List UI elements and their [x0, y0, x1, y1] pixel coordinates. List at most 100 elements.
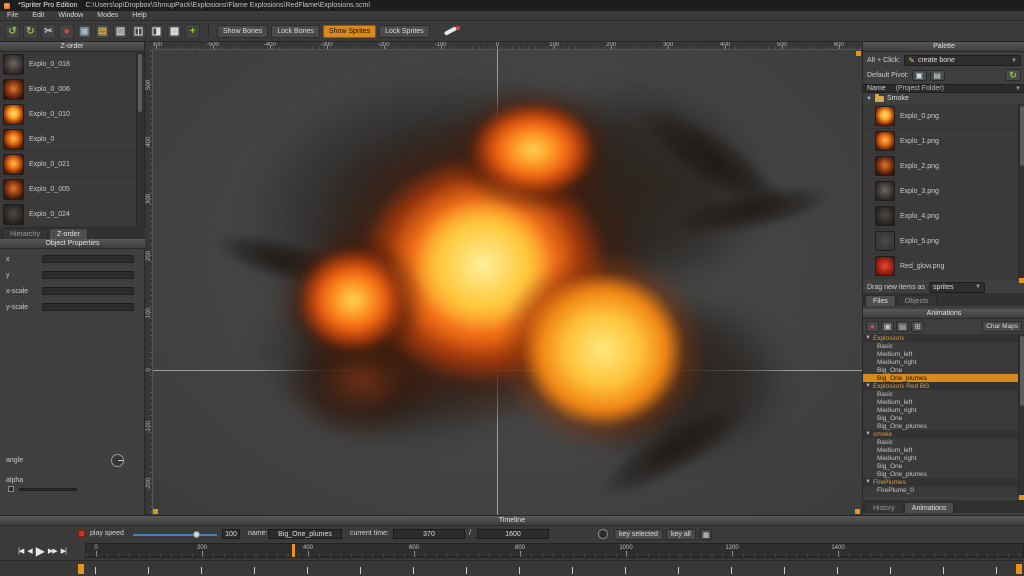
- stop-icon[interactable]: [78, 530, 85, 537]
- keyframe-tick[interactable]: [890, 567, 891, 574]
- y-scale-input[interactable]: [42, 303, 134, 311]
- file-item[interactable]: Explo_1.png: [863, 129, 1019, 154]
- menu-help[interactable]: Help: [125, 11, 153, 20]
- animation-item[interactable]: Big_One: [863, 414, 1019, 422]
- refresh-icon[interactable]: ↻: [1005, 69, 1021, 81]
- file-item[interactable]: Explo_0.png: [863, 104, 1019, 129]
- keyframe-tick[interactable]: [95, 567, 96, 574]
- animation-item[interactable]: Basic: [863, 342, 1019, 350]
- animation-item[interactable]: Big_One: [863, 462, 1019, 470]
- animation-item[interactable]: Basic: [863, 390, 1019, 398]
- next-frame-button[interactable]: ▶▶: [48, 547, 57, 555]
- keyframe-tick[interactable]: [625, 567, 626, 574]
- file-item[interactable]: Explo_4.png: [863, 204, 1019, 229]
- x-input[interactable]: [42, 255, 134, 263]
- play-speed-knob[interactable]: [193, 531, 200, 538]
- animation-item[interactable]: Basic: [863, 438, 1019, 446]
- copy-icon[interactable]: ▣: [77, 24, 92, 39]
- zorder-item[interactable]: Explo_0_006: [0, 77, 137, 102]
- tab-files[interactable]: Files: [865, 295, 896, 306]
- menu-file[interactable]: File: [0, 11, 25, 20]
- last-frame-button[interactable]: ▶|: [61, 547, 66, 555]
- toolbar-button-show-bones[interactable]: Show Bones: [217, 25, 268, 38]
- zorder-item[interactable]: Explo_0_018: [0, 52, 137, 77]
- play-button[interactable]: ▶: [36, 544, 44, 558]
- collapse-icon[interactable]: ▼: [865, 383, 871, 389]
- animations-scrollbar[interactable]: [1018, 334, 1024, 497]
- playhead[interactable]: [292, 544, 295, 557]
- zorder-scrollbar[interactable]: [136, 52, 144, 227]
- file-item[interactable]: Explo_3.png: [863, 179, 1019, 204]
- keyframe-tick[interactable]: [254, 567, 255, 574]
- animation-group[interactable]: ▼ Explosions: [863, 334, 1019, 342]
- undo-icon[interactable]: ↺: [5, 24, 20, 39]
- toolbar-button-lock-sprites[interactable]: Lock Sprites: [379, 25, 430, 38]
- frame-icon[interactable]: ◫: [131, 24, 146, 39]
- menu-modes[interactable]: Modes: [90, 11, 125, 20]
- resize-animation-icon[interactable]: ⊞: [911, 321, 924, 332]
- key-options-icon[interactable]: ▦: [700, 529, 712, 540]
- keyframe-tick[interactable]: [148, 567, 149, 574]
- x-scale-input[interactable]: [42, 287, 134, 295]
- collapse-icon[interactable]: ▼: [865, 431, 871, 437]
- create-bone-dropdown[interactable]: ✎ create bone ▼: [904, 55, 1021, 66]
- animation-group[interactable]: ▼ FirePlumes: [863, 478, 1019, 486]
- new-animation-icon[interactable]: ●: [866, 321, 879, 332]
- first-frame-button[interactable]: |◀: [18, 547, 23, 555]
- animation-item[interactable]: Big_One_plumes: [863, 470, 1019, 478]
- keyframe-tick[interactable]: [731, 567, 732, 574]
- image-icon[interactable]: ▧: [113, 24, 128, 39]
- resize-handle[interactable]: [856, 51, 861, 56]
- play-speed-slider[interactable]: [133, 534, 217, 536]
- pivot-preset-button[interactable]: ▤: [930, 70, 945, 81]
- angle-dial[interactable]: [111, 454, 124, 467]
- char-maps-button[interactable]: Char Maps: [982, 321, 1022, 332]
- grid-icon[interactable]: ▦: [167, 24, 182, 39]
- bone-tool-icon[interactable]: [442, 24, 460, 38]
- file-list-scrollbar[interactable]: [1018, 104, 1024, 279]
- open-folder-icon[interactable]: ▤: [95, 24, 110, 39]
- collapse-icon[interactable]: ▼: [865, 335, 871, 341]
- tab-history[interactable]: History: [865, 502, 903, 513]
- keyframe-tick[interactable]: [307, 567, 308, 574]
- keyframe-tick[interactable]: [519, 567, 520, 574]
- resize-handle[interactable]: [855, 509, 860, 514]
- scroll-handle[interactable]: [1016, 564, 1022, 574]
- auto-key-button[interactable]: [598, 529, 608, 539]
- timeline-ruler[interactable]: 0 200 400 600 800 1000 1200 1400: [85, 543, 1024, 558]
- toolbar-button-show-sprites[interactable]: Show Sprites: [323, 25, 376, 38]
- menu-window[interactable]: Window: [51, 11, 90, 20]
- zorder-item[interactable]: Explo_0_021: [0, 152, 137, 177]
- zorder-item[interactable]: Explo_0_010: [0, 102, 137, 127]
- prev-frame-button[interactable]: ◀: [27, 547, 31, 555]
- keyframe-tick[interactable]: [678, 567, 679, 574]
- animation-item[interactable]: Big_One: [863, 366, 1019, 374]
- keyframe-tick[interactable]: [943, 567, 944, 574]
- file-item[interactable]: Red_glow.png: [863, 254, 1019, 279]
- zorder-item[interactable]: Explo_0_005: [0, 177, 137, 202]
- keyframe-tick[interactable]: [572, 567, 573, 574]
- scrollbar-thumb[interactable]: [138, 54, 142, 112]
- tab-animations[interactable]: Animations: [904, 502, 955, 513]
- key-all-button[interactable]: key all: [666, 529, 696, 540]
- drag-type-dropdown[interactable]: sprites ▼: [929, 282, 985, 293]
- scrollbar-thumb[interactable]: [1020, 106, 1024, 166]
- pivot-preset-button[interactable]: ▣: [912, 70, 927, 81]
- scrollbar-thumb[interactable]: [1020, 336, 1024, 406]
- cut-icon[interactable]: ✂: [41, 24, 56, 39]
- animation-item[interactable]: Medium_right: [863, 454, 1019, 462]
- total-time-field[interactable]: 1600: [477, 529, 549, 539]
- animation-item[interactable]: Medium_right: [863, 358, 1019, 366]
- alpha-checkbox[interactable]: [8, 486, 14, 492]
- resize-handle[interactable]: [1019, 495, 1024, 500]
- keyframe-tick[interactable]: [996, 567, 997, 574]
- animation-item[interactable]: Medium_right: [863, 406, 1019, 414]
- zorder-item[interactable]: Explo_0_024: [0, 202, 137, 227]
- keyframe-tick[interactable]: [837, 567, 838, 574]
- keyframe-icon[interactable]: ◨: [149, 24, 164, 39]
- folder-row[interactable]: ▼ Smoke: [863, 94, 1024, 103]
- play-speed-value[interactable]: 100: [222, 529, 240, 539]
- center-view-icon[interactable]: +: [185, 24, 200, 39]
- scroll-handle[interactable]: [78, 564, 84, 574]
- file-item[interactable]: Explo_2.png: [863, 154, 1019, 179]
